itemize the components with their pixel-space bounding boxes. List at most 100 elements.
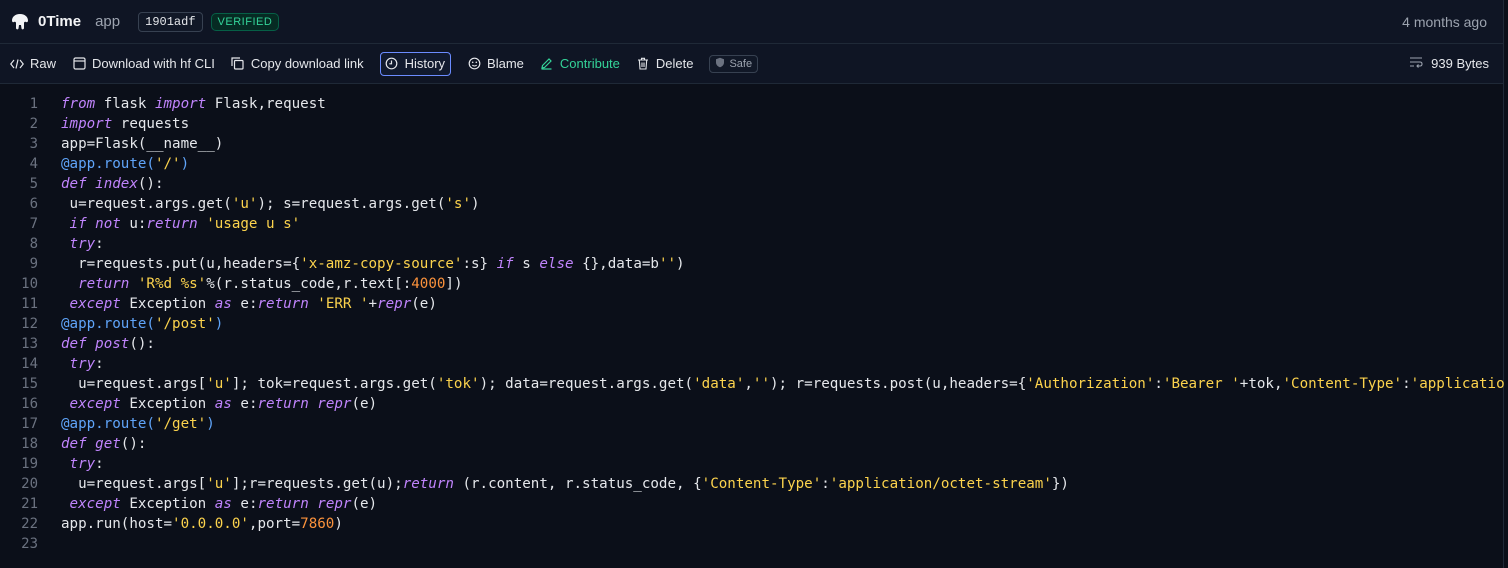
code-token: 'u' — [206, 376, 232, 392]
code-line: 15 u=request.args['u']; tok=request.args… — [0, 374, 1504, 394]
clock-icon — [385, 57, 399, 71]
line-number[interactable]: 12 — [0, 316, 38, 332]
history-label: History — [404, 56, 446, 71]
code-line: 4 @app.route('/') — [0, 154, 1504, 174]
code-token: try — [69, 236, 96, 252]
code-token: '' — [752, 376, 770, 392]
code-token: 4000 — [411, 276, 446, 292]
code-token: e: — [231, 496, 258, 512]
commit-hash[interactable]: 1901adf — [138, 11, 203, 32]
contribute-button[interactable]: Contribute — [540, 52, 620, 76]
code-token: '' — [658, 256, 677, 272]
blame-label: Blame — [487, 56, 524, 71]
line-number[interactable]: 3 — [0, 136, 38, 152]
code-text: @app.route('/') — [61, 156, 189, 172]
code-token: : — [95, 456, 104, 472]
code-text: try: — [61, 236, 104, 252]
code-text: from flask import Flask,request — [61, 96, 326, 112]
code-token: try — [69, 456, 96, 472]
history-button[interactable]: History — [379, 51, 452, 76]
code-line: 9 r=requests.put(u,headers={'x-amz-copy-… — [0, 254, 1504, 274]
code-token: 'data' — [693, 376, 745, 392]
code-token: app.run(host= — [61, 516, 173, 532]
line-number[interactable]: 13 — [0, 336, 38, 352]
code-token: '/get' — [154, 416, 207, 432]
code-line: 19 try: — [0, 454, 1504, 474]
line-number[interactable]: 1 — [0, 96, 38, 112]
code-token: 'u' — [231, 196, 258, 212]
code-text: try: — [61, 356, 104, 372]
safe-badge[interactable]: Safe — [709, 54, 759, 73]
copy-link-button[interactable]: Copy download link — [231, 52, 364, 76]
code-token: from — [61, 96, 96, 112]
line-number[interactable]: 23 — [0, 536, 38, 552]
code-token: return — [402, 476, 454, 492]
line-number[interactable]: 8 — [0, 236, 38, 252]
line-number[interactable]: 21 — [0, 496, 38, 512]
line-number[interactable]: 19 — [0, 456, 38, 472]
line-number[interactable]: 4 — [0, 156, 38, 172]
wrap-lines-icon[interactable] — [1409, 56, 1423, 71]
delete-button[interactable]: Delete — [636, 52, 693, 76]
code-token: repr — [377, 296, 412, 312]
code-token: Exception — [120, 396, 215, 412]
code-line: 12 @app.route('/post') — [0, 314, 1504, 334]
contribute-label: Contribute — [559, 56, 620, 71]
author-link[interactable]: 0Time — [38, 13, 81, 30]
line-number[interactable]: 20 — [0, 476, 38, 492]
code-line: 5 def index(): — [0, 174, 1504, 194]
repo-link[interactable]: app — [95, 13, 120, 30]
line-number[interactable]: 16 — [0, 396, 38, 412]
code-token: 'Authorization' — [1026, 376, 1155, 392]
line-number[interactable]: 6 — [0, 196, 38, 212]
line-number[interactable]: 22 — [0, 516, 38, 532]
code-token: ); s=request.args.get( — [257, 196, 446, 212]
line-number[interactable]: 2 — [0, 116, 38, 132]
code-token: s — [513, 256, 540, 272]
code-token: return — [257, 296, 309, 312]
code-line: 18 def get(): — [0, 434, 1504, 454]
copy-icon — [231, 57, 245, 71]
line-number[interactable]: 5 — [0, 176, 38, 192]
download-cli-button[interactable]: Download with hf CLI — [72, 52, 215, 76]
line-number[interactable]: 17 — [0, 416, 38, 432]
code-token: %(r.status_code,r.text[: — [206, 276, 412, 292]
code-text: except Exception as e:return repr(e) — [61, 496, 378, 512]
code-token: 's' — [445, 196, 472, 212]
code-token: 'application/v — [1410, 376, 1504, 392]
code-token: try — [69, 356, 96, 372]
code-token: u=request.args[ — [61, 476, 207, 492]
line-number[interactable]: 18 — [0, 436, 38, 452]
code-token: : — [1154, 376, 1163, 392]
code-text: r=requests.put(u,headers={'x-amz-copy-so… — [61, 256, 685, 272]
code-token: Exception — [120, 496, 215, 512]
line-number[interactable]: 10 — [0, 276, 38, 292]
code-token: 'x-amz-copy-source' — [300, 256, 463, 272]
line-number[interactable]: 11 — [0, 296, 38, 312]
code-token: ,port= — [248, 516, 301, 532]
pencil-icon — [540, 57, 554, 71]
code-text: except Exception as e:return repr(e) — [61, 396, 378, 412]
code-text: return 'R%d %s'%(r.status_code,r.text[:4… — [61, 276, 463, 292]
code-line: 8 try: — [0, 234, 1504, 254]
line-number[interactable]: 7 — [0, 216, 38, 232]
code-view[interactable]: 1 from flask import Flask,request 2 import … — [0, 94, 1504, 568]
code-token: ]) — [445, 276, 463, 292]
code-token: }) — [1051, 476, 1069, 492]
code-token: '/post' — [154, 316, 215, 332]
blame-button[interactable]: Blame — [467, 52, 524, 76]
code-token: 'ERR ' — [317, 296, 369, 312]
line-number[interactable]: 9 — [0, 256, 38, 272]
code-token: post — [95, 336, 130, 352]
code-token: repr — [317, 496, 352, 512]
avatar-icon[interactable] — [10, 12, 30, 32]
code-token: '/' — [154, 156, 181, 172]
raw-button[interactable]: Raw — [10, 52, 56, 76]
file-viewer: 0Time app 1901adf VERIFIED 4 months ago … — [0, 0, 1504, 568]
line-number[interactable]: 15 — [0, 376, 38, 392]
line-number[interactable]: 14 — [0, 356, 38, 372]
